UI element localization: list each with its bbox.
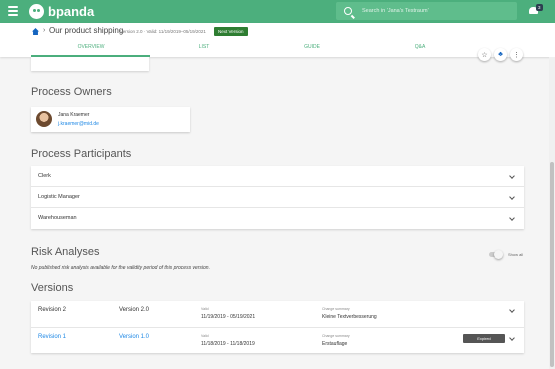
chevron-down-icon[interactable]	[509, 173, 515, 179]
tab-guide[interactable]: GUIDE	[252, 44, 372, 50]
version-row[interactable]: Revision 1 Version 1.0 Valid 11/18/2019 …	[31, 327, 524, 353]
toggle-knob[interactable]	[494, 250, 503, 259]
chevron-right-icon: ›	[43, 27, 46, 34]
home-icon[interactable]	[32, 28, 39, 35]
subheader: › Our product shipping Version 2.0 · Val…	[0, 23, 555, 57]
revision-link[interactable]: Revision 1	[38, 334, 66, 340]
overview-card	[31, 57, 149, 71]
participant-label: Logistic Manager	[38, 194, 80, 200]
participant-logistic-manager[interactable]: Logistic Manager	[31, 187, 524, 208]
status-badge: Expired	[463, 334, 505, 343]
summary-value: Erstauflage	[322, 341, 348, 347]
section-title-participants: Process Participants	[31, 148, 132, 160]
participants-list: Clerk Logistic Manager Warehouseman	[31, 166, 524, 229]
chevron-down-icon[interactable]	[509, 194, 515, 200]
risk-note: No published risk analysis available for…	[31, 265, 210, 271]
versions-table: Revision 2 Version 2.0 Valid 11/19/2019 …	[31, 301, 524, 353]
section-title-risk: Risk Analyses	[31, 246, 100, 258]
summary-label: Change summary	[322, 307, 350, 311]
valid-range: 11/19/2019 - 05/19/2021	[201, 314, 256, 320]
version-label: Version 2.0	[119, 307, 150, 313]
chevron-down-icon[interactable]	[509, 307, 515, 313]
brand-name[interactable]: bpanda	[48, 4, 94, 19]
owner-card: Jana Kraemer j.kraemer@mid.de	[31, 107, 190, 132]
owner-name: Jana Kraemer	[58, 112, 90, 118]
menu-icon[interactable]	[8, 6, 18, 16]
page-title: Our product shipping	[49, 26, 124, 35]
summary-label: Change summary	[322, 334, 350, 338]
version-link[interactable]: Version 1.0	[119, 334, 149, 340]
show-all-label: Show all	[508, 252, 524, 257]
participant-clerk[interactable]: Clerk	[31, 166, 524, 187]
valid-range: 11/18/2019 - 11/18/2019	[201, 341, 255, 347]
version-meta: Version 2.0 · Valid: 11/19/2019–05/19/20…	[120, 29, 206, 34]
chevron-down-icon[interactable]	[509, 335, 515, 341]
avatar	[36, 111, 52, 127]
logo-icon[interactable]	[29, 4, 44, 19]
valid-label: Valid	[201, 334, 209, 338]
notification-badge: 3	[536, 4, 543, 11]
valid-label: Valid	[201, 307, 209, 311]
more-icon[interactable]: ⋮	[510, 48, 523, 61]
section-title-versions: Versions	[31, 282, 74, 294]
participant-warehouseman[interactable]: Warehouseman	[31, 208, 524, 229]
revision-label: Revision 2	[38, 307, 67, 313]
chevron-down-icon[interactable]	[509, 215, 515, 221]
next-version-button[interactable]: Next Version	[214, 27, 248, 36]
owner-email-link[interactable]: j.kraemer@mid.de	[58, 121, 99, 127]
search-input[interactable]	[362, 8, 512, 14]
participant-label: Clerk	[38, 173, 51, 179]
participant-label: Warehouseman	[38, 215, 77, 221]
tab-qa[interactable]: Q&A	[360, 44, 480, 50]
star-icon[interactable]: ☆	[478, 48, 491, 61]
search-icon[interactable]	[344, 7, 352, 15]
version-row[interactable]: Revision 2 Version 2.0 Valid 11/19/2019 …	[31, 301, 524, 327]
tab-overview[interactable]: OVERVIEW	[31, 44, 151, 50]
search-box[interactable]	[336, 2, 517, 20]
tab-list[interactable]: LIST	[144, 44, 264, 50]
top-bar: bpanda 3	[0, 0, 555, 23]
scrollbar-thumb[interactable]	[550, 162, 554, 367]
section-title-owners: Process Owners	[31, 86, 112, 98]
bell-icon[interactable]: ♣	[494, 48, 507, 61]
summary-value: Kleine Textverbesserung	[322, 314, 377, 320]
